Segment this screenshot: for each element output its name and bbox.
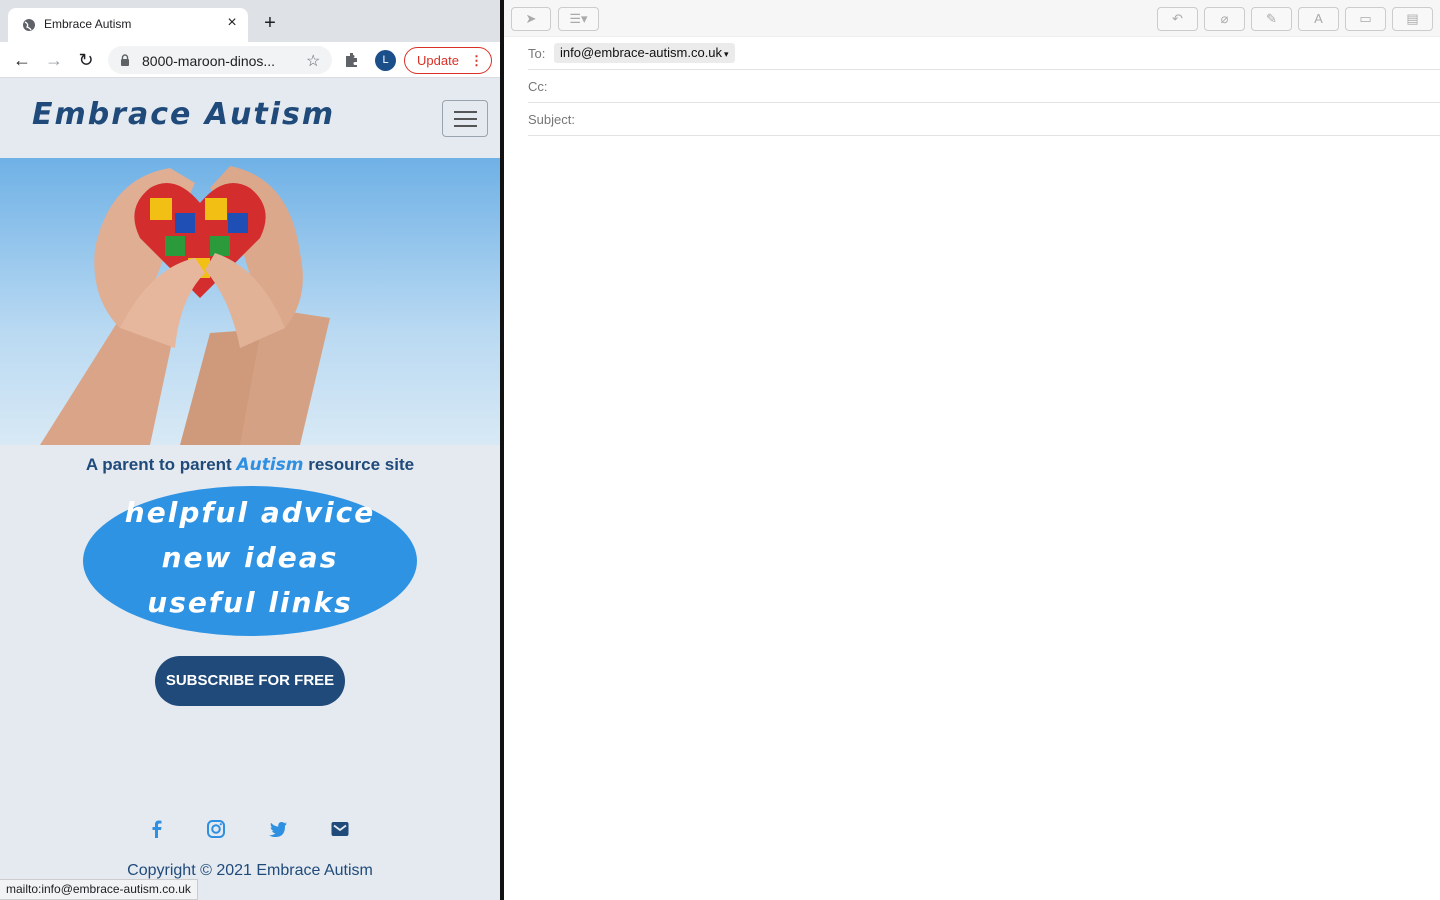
back-icon[interactable]: ← bbox=[12, 50, 32, 70]
tab-title: Embrace Autism bbox=[44, 17, 132, 31]
markup-icon[interactable]: ✎ bbox=[1251, 7, 1292, 31]
menu-dots-icon: ⋮ bbox=[470, 53, 483, 68]
instagram-icon[interactable] bbox=[206, 819, 226, 839]
hamburger-bar bbox=[454, 125, 477, 127]
send-icon[interactable]: ➤ bbox=[511, 7, 551, 31]
stationery-icon[interactable]: ▤ bbox=[1392, 7, 1433, 31]
extensions-icon[interactable] bbox=[344, 52, 360, 68]
menu-toggle-button[interactable] bbox=[442, 100, 488, 137]
recipient-token[interactable]: info@embrace-autism.co.uk ▾ bbox=[554, 43, 735, 63]
attachment-icon[interactable]: ⌀ bbox=[1204, 7, 1245, 31]
url-text: 8000-maroon-dinos... bbox=[142, 53, 276, 69]
update-button[interactable]: Update ⋮ bbox=[404, 47, 492, 74]
lock-icon bbox=[121, 54, 129, 66]
chevron-down-icon: ▾ bbox=[724, 49, 729, 59]
copyright-text: Copyright © 2021 Embrace Autism bbox=[127, 862, 373, 879]
tagline-text: A parent to parent bbox=[85, 455, 232, 474]
tab-strip: Embrace Autism × + bbox=[0, 0, 500, 42]
cc-label: Cc: bbox=[528, 79, 548, 94]
hamburger-bar bbox=[454, 111, 477, 113]
browser-toolbar: ← → ↻ 8000-maroon-dinos... ☆ L Update ⋮ bbox=[0, 42, 500, 78]
browser-window: Embrace Autism × + ← → ↻ 8000-maroon-din… bbox=[0, 0, 500, 900]
browser-tab[interactable]: Embrace Autism × bbox=[8, 8, 248, 42]
tagline-accent: Autism bbox=[236, 455, 304, 475]
photo-browser-icon[interactable]: ▭ bbox=[1345, 7, 1386, 31]
subscribe-button[interactable]: SUBSCRIBE FOR FREE bbox=[155, 656, 345, 706]
header-fields-icon[interactable]: ☰▾ bbox=[558, 7, 599, 31]
facebook-icon[interactable] bbox=[147, 819, 167, 839]
message-body[interactable] bbox=[504, 137, 1440, 900]
forward-icon[interactable]: → bbox=[44, 50, 64, 70]
cc-field[interactable]: Cc: bbox=[528, 70, 1440, 103]
mail-toolbar: ➤ ☰▾ ↶ ⌀ ✎ A ▭ ▤ bbox=[504, 0, 1440, 37]
new-tab-icon[interactable]: + bbox=[260, 13, 280, 33]
format-text-icon[interactable]: A bbox=[1298, 7, 1339, 31]
features-bubble: helpful advice new ideas useful links bbox=[83, 486, 417, 636]
tagline-text: resource site bbox=[308, 455, 415, 474]
recipient-address: info@embrace-autism.co.uk bbox=[560, 45, 723, 60]
globe-icon bbox=[23, 19, 35, 31]
mail-compose-window: ➤ ☰▾ ↶ ⌀ ✎ A ▭ ▤ To: info@embrace-autism… bbox=[504, 0, 1440, 900]
close-icon[interactable]: × bbox=[224, 15, 240, 31]
star-icon[interactable]: ☆ bbox=[306, 51, 320, 71]
to-field[interactable]: To: info@embrace-autism.co.uk ▾ bbox=[528, 37, 1440, 70]
tagline: A parent to parent Autism resource site bbox=[0, 455, 500, 475]
update-label: Update bbox=[417, 53, 459, 68]
subject-field[interactable]: Subject: bbox=[528, 103, 1440, 136]
profile-avatar[interactable]: L bbox=[375, 50, 396, 71]
email-icon[interactable] bbox=[330, 819, 350, 839]
twitter-icon[interactable] bbox=[268, 819, 288, 839]
bubble-line: helpful advice bbox=[124, 496, 376, 529]
reload-icon[interactable]: ↻ bbox=[76, 50, 96, 70]
status-bar-url: mailto:info@embrace-autism.co.uk bbox=[0, 879, 198, 900]
bubble-line: useful links bbox=[147, 586, 353, 619]
site-logo[interactable]: Embrace Autism bbox=[32, 97, 335, 132]
to-label: To: bbox=[528, 46, 546, 61]
hero-image bbox=[0, 158, 500, 445]
subject-label: Subject: bbox=[528, 112, 575, 127]
site-header: Embrace Autism bbox=[0, 79, 500, 158]
bubble-line: new ideas bbox=[161, 541, 339, 574]
reply-icon[interactable]: ↶ bbox=[1157, 7, 1198, 31]
hamburger-bar bbox=[454, 118, 477, 120]
address-bar[interactable]: 8000-maroon-dinos... ☆ bbox=[108, 46, 332, 74]
